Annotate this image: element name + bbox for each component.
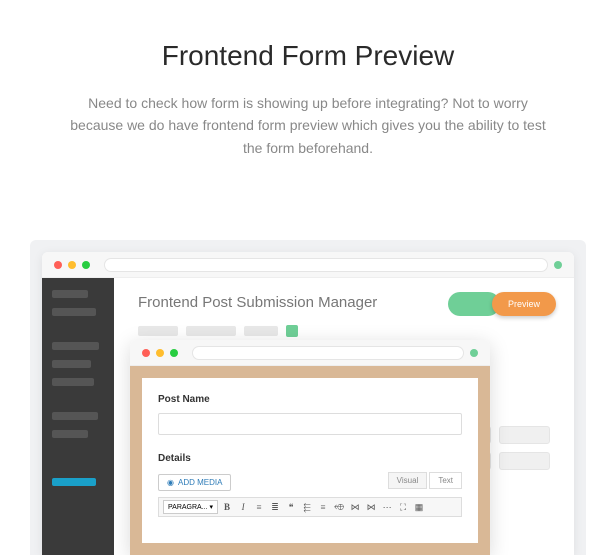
add-media-button[interactable]: ◉ ADD MEDIA <box>158 474 231 491</box>
status-dot-icon <box>554 261 562 269</box>
format-select[interactable]: PARAGRA...▾ <box>163 500 218 514</box>
hero-title: Frontend Form Preview <box>60 40 556 72</box>
post-name-input[interactable] <box>158 413 462 435</box>
sidebar-item[interactable] <box>52 308 96 316</box>
editor-toolbar: PARAGRA...▾ B I ≡ ≣ ❝ ⬱ ≡ ⬲ ⋈ ⋈ ⋯ ⛶ ▦ <box>158 497 462 517</box>
unlink-button[interactable]: ⋈ <box>364 500 378 514</box>
maximize-icon[interactable] <box>170 349 178 357</box>
preview-titlebar <box>130 340 490 366</box>
quote-button[interactable]: ❝ <box>284 500 298 514</box>
admin-sidebar <box>42 278 114 555</box>
close-icon[interactable] <box>142 349 150 357</box>
add-media-label: ADD MEDIA <box>178 478 222 487</box>
sidebar-item[interactable] <box>52 378 94 386</box>
bold-button[interactable]: B <box>220 500 234 514</box>
bullet-list-button[interactable]: ≡ <box>252 500 266 514</box>
minimize-icon[interactable] <box>156 349 164 357</box>
status-indicator-icon <box>286 325 298 337</box>
sidebar-item-active[interactable] <box>52 478 96 486</box>
preview-button[interactable]: Preview <box>492 292 556 316</box>
align-left-button[interactable]: ⬱ <box>300 500 314 514</box>
hero-description: Need to check how form is showing up bef… <box>60 92 556 159</box>
close-icon[interactable] <box>54 261 62 269</box>
italic-button[interactable]: I <box>236 500 250 514</box>
url-bar[interactable] <box>192 346 464 360</box>
post-name-label: Post Name <box>158 394 462 405</box>
form-preview-card: Post Name Details ◉ ADD MEDIA Visual Tex… <box>142 378 478 543</box>
sidebar-item[interactable] <box>52 412 98 420</box>
tab-visual[interactable]: Visual <box>388 472 428 489</box>
status-dot-icon <box>470 349 478 357</box>
field-placeholder[interactable] <box>499 452 550 470</box>
placeholder-line <box>138 326 178 336</box>
minimize-icon[interactable] <box>68 261 76 269</box>
sidebar-item[interactable] <box>52 290 88 298</box>
fullscreen-button[interactable]: ⛶ <box>396 500 410 514</box>
toolbar-toggle-button[interactable]: ▦ <box>412 500 426 514</box>
align-right-button[interactable]: ⬲ <box>332 500 346 514</box>
preview-browser-window: Post Name Details ◉ ADD MEDIA Visual Tex… <box>130 340 490 555</box>
maximize-icon[interactable] <box>82 261 90 269</box>
tab-text[interactable]: Text <box>429 472 462 489</box>
align-center-button[interactable]: ≡ <box>316 500 330 514</box>
chevron-down-icon: ▾ <box>210 503 214 511</box>
link-button[interactable]: ⋈ <box>348 500 362 514</box>
numbered-list-button[interactable]: ≣ <box>268 500 282 514</box>
main-titlebar <box>42 252 574 278</box>
placeholder-line <box>186 326 236 336</box>
media-icon: ◉ <box>167 478 174 487</box>
field-placeholder[interactable] <box>499 426 550 444</box>
more-button[interactable]: ⋯ <box>380 500 394 514</box>
url-bar[interactable] <box>104 258 548 272</box>
placeholder-line <box>244 326 278 336</box>
sidebar-item[interactable] <box>52 360 91 368</box>
illustration-stage: Frontend Post Submission Manager Preview… <box>30 240 586 555</box>
sidebar-item[interactable] <box>52 430 88 438</box>
details-label: Details <box>158 453 462 464</box>
sidebar-item[interactable] <box>52 342 99 350</box>
